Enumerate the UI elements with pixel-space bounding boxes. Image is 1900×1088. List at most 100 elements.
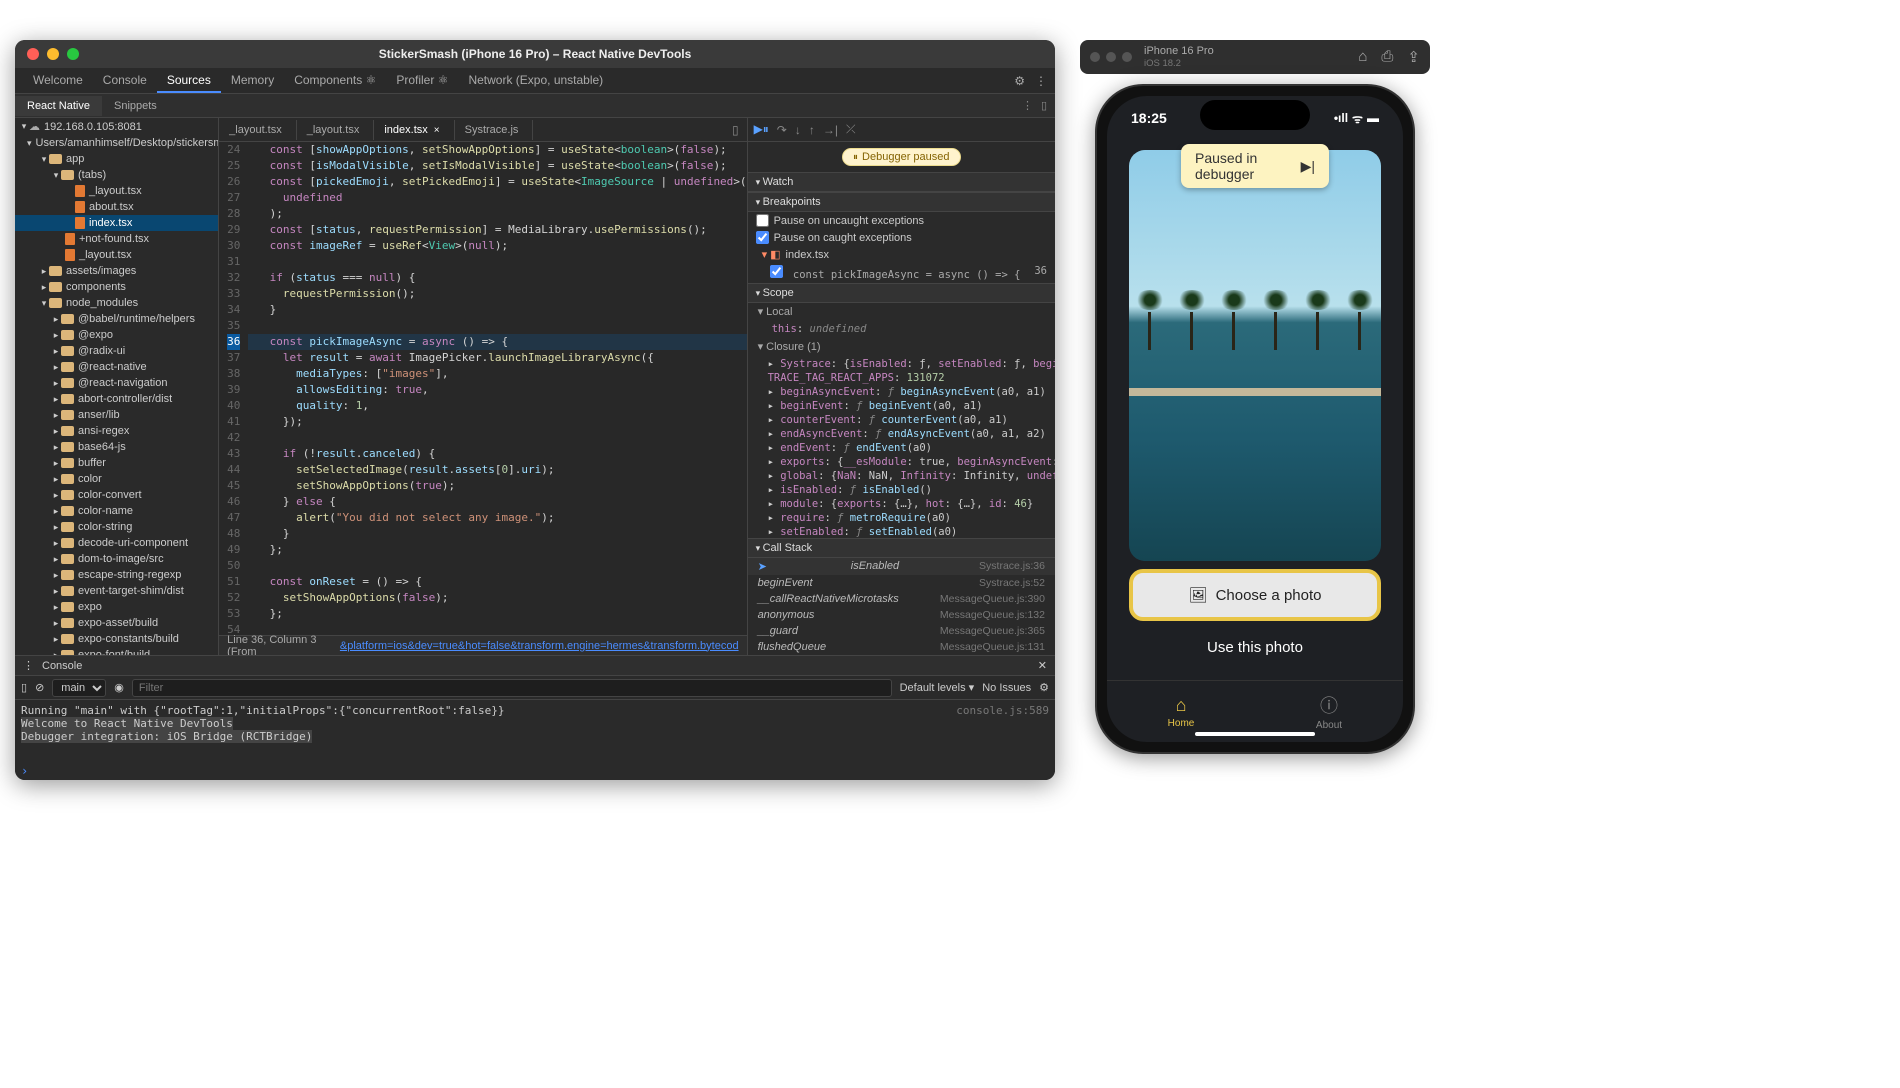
tree-item[interactable]: ▸@babel/runtime/helpers	[15, 311, 218, 327]
tree-item[interactable]: ▾Users/amanhimself/Desktop/stickersmash	[15, 135, 218, 151]
panel-toggle-icon[interactable]: ▯	[1041, 99, 1055, 112]
tree-item[interactable]: ▸@react-navigation	[15, 375, 218, 391]
file-tab[interactable]: index.tsx×	[374, 120, 454, 140]
step-icon[interactable]: →|	[823, 123, 838, 137]
tree-item[interactable]: ▸expo-constants/build	[15, 631, 218, 647]
toolbar-tab-profiler-[interactable]: Profiler ⚛	[386, 69, 458, 93]
tree-item[interactable]: +not-found.tsx	[15, 231, 218, 247]
more-icon[interactable]: ⋮	[23, 659, 34, 672]
file-tab[interactable]: _layout.tsx	[297, 120, 375, 140]
eye-icon[interactable]: ◉	[114, 681, 124, 694]
gear-icon[interactable]: ⚙	[1039, 681, 1049, 694]
tree-item[interactable]: ▾192.168.0.105:8081	[15, 118, 218, 135]
tree-item[interactable]: ▸expo-asset/build	[15, 615, 218, 631]
tree-item[interactable]: index.tsx	[15, 215, 218, 231]
tree-item[interactable]: _layout.tsx	[15, 247, 218, 263]
toolbar-tab-sources[interactable]: Sources	[157, 69, 221, 93]
signal-icon: •ıll	[1334, 111, 1348, 125]
callstack-frame[interactable]: flushedQueueMessageQueue.js:131	[748, 639, 1055, 655]
pause-uncaught-checkbox[interactable]: Pause on uncaught exceptions	[748, 212, 1055, 229]
context-select[interactable]: main	[52, 679, 106, 697]
screenshot-icon[interactable]: ⎙	[1381, 48, 1393, 66]
more-icon[interactable]: ⋮	[1035, 74, 1047, 88]
tree-item[interactable]: ▸color-name	[15, 503, 218, 519]
toolbar-tab-components-[interactable]: Components ⚛	[284, 69, 386, 93]
scope-section[interactable]: Scope	[748, 283, 1055, 303]
code-editor[interactable]: 2425262728293031323334353637383940414243…	[219, 142, 746, 635]
subtab-react-native[interactable]: React Native	[15, 96, 102, 116]
subtab-snippets[interactable]: Snippets	[102, 96, 169, 116]
tree-item[interactable]: ▸@radix-ui	[15, 343, 218, 359]
tree-item[interactable]: ▸color-convert	[15, 487, 218, 503]
levels-dropdown[interactable]: Default levels ▾	[900, 681, 975, 694]
tree-item[interactable]: ▸components	[15, 279, 218, 295]
callstack-section[interactable]: Call Stack	[748, 538, 1055, 558]
close-icon[interactable]: ✕	[1038, 659, 1047, 672]
toolbar-tab-welcome[interactable]: Welcome	[23, 69, 93, 93]
tree-item[interactable]: ▸event-target-shim/dist	[15, 583, 218, 599]
callstack-frame[interactable]: __callReactNativeMicrotasksMessageQueue.…	[748, 591, 1055, 607]
tree-item[interactable]: ▸buffer	[15, 455, 218, 471]
tree-item[interactable]: ▸abort-controller/dist	[15, 391, 218, 407]
tree-item[interactable]: ▸ansi-regex	[15, 423, 218, 439]
more-icon[interactable]: ⋮	[1022, 99, 1041, 112]
use-photo-button[interactable]: Use this photo	[1129, 629, 1381, 666]
toolbar-tab-memory[interactable]: Memory	[221, 69, 284, 93]
tree-item[interactable]: ▸@expo	[15, 327, 218, 343]
tree-item[interactable]: ▸expo-font/build	[15, 647, 218, 655]
tree-item[interactable]: ▸anser/lib	[15, 407, 218, 423]
tree-item[interactable]: ▾app	[15, 151, 218, 167]
filter-input[interactable]	[132, 679, 892, 697]
file-tab[interactable]: Systrace.js	[455, 120, 534, 140]
file-tree[interactable]: ▾192.168.0.105:8081▾Users/amanhimself/De…	[15, 118, 219, 655]
phone-screen[interactable]: 18:25 •ıll ᯤ ▬ Paused in debugger ▶| 🖼 C…	[1107, 96, 1403, 742]
tree-item[interactable]: ▸escape-string-regexp	[15, 567, 218, 583]
tree-item[interactable]: ▸dom-to-image/src	[15, 551, 218, 567]
breakpoints-section[interactable]: Breakpoints	[748, 192, 1055, 212]
pause-caught-checkbox[interactable]: Pause on caught exceptions	[748, 229, 1055, 246]
deactivate-breakpoints-icon[interactable]: ⤫	[846, 122, 856, 137]
resume-icon[interactable]: ▶⏸	[754, 122, 769, 137]
breakpoint-item[interactable]: const pickImageAsync = async () => { 36	[748, 263, 1055, 283]
choose-photo-button[interactable]: 🖼 Choose a photo	[1129, 569, 1381, 621]
tree-item[interactable]: ▸decode-uri-component	[15, 535, 218, 551]
tree-item[interactable]: ▸color	[15, 471, 218, 487]
tree-item[interactable]: ▾(tabs)	[15, 167, 218, 183]
step-over-icon[interactable]: ↷	[777, 123, 787, 137]
callstack-frame[interactable]: anonymousMessageQueue.js:132	[748, 607, 1055, 623]
home-icon[interactable]: ⌂	[1358, 48, 1367, 66]
console-drawer: ⋮ Console ✕ ▯ ⊘ main ◉ Default levels ▾ …	[15, 655, 1055, 780]
callstack-frame[interactable]: __guardMessageQueue.js:365	[748, 623, 1055, 639]
callstack-frame[interactable]: beginEventSystrace.js:52	[748, 575, 1055, 591]
sidebar-toggle-icon[interactable]: ▯	[21, 681, 27, 694]
tree-item[interactable]: ▸color-string	[15, 519, 218, 535]
toggle-panel-icon[interactable]: ▯	[732, 123, 739, 137]
sources-subtabs: React NativeSnippets ⋮ ▯	[15, 94, 1055, 118]
source-url-link[interactable]: &platform=ios&dev=true&hot=false&transfo…	[340, 640, 739, 652]
console-prompt[interactable]: ›	[15, 762, 1055, 780]
tree-item[interactable]: _layout.tsx	[15, 183, 218, 199]
close-icon[interactable]: ×	[434, 125, 440, 136]
toolbar-tab-console[interactable]: Console	[93, 69, 157, 93]
tree-item[interactable]: ▾node_modules	[15, 295, 218, 311]
tree-item[interactable]: ▸base64-js	[15, 439, 218, 455]
step-into-icon[interactable]: ↓	[795, 123, 801, 137]
gear-icon[interactable]: ⚙	[1014, 74, 1025, 88]
home-indicator[interactable]	[1195, 732, 1315, 736]
clear-icon[interactable]: ⊘	[35, 681, 44, 694]
step-out-icon[interactable]: ↑	[809, 123, 815, 137]
toolbar-tab-network-expo-unstable-[interactable]: Network (Expo, unstable)	[458, 69, 613, 93]
callstack-frame[interactable]: ➤isEnabledSystrace.js:36	[748, 558, 1055, 575]
watch-section[interactable]: Watch	[748, 172, 1055, 192]
sim-traffic-lights[interactable]	[1090, 52, 1132, 62]
resume-icon[interactable]: ▶|	[1301, 158, 1315, 175]
tree-item[interactable]: ▸expo	[15, 599, 218, 615]
file-tab[interactable]: _layout.tsx	[219, 120, 297, 140]
tree-item[interactable]: ▸assets/images	[15, 263, 218, 279]
share-icon[interactable]: ⇪	[1407, 48, 1420, 66]
console-tab[interactable]: Console	[42, 660, 82, 672]
breakpoint-file[interactable]: index.tsx	[786, 249, 829, 261]
tree-item[interactable]: about.tsx	[15, 199, 218, 215]
tree-item[interactable]: ▸@react-native	[15, 359, 218, 375]
console-message: Welcome to React Native DevTools	[21, 717, 1049, 730]
